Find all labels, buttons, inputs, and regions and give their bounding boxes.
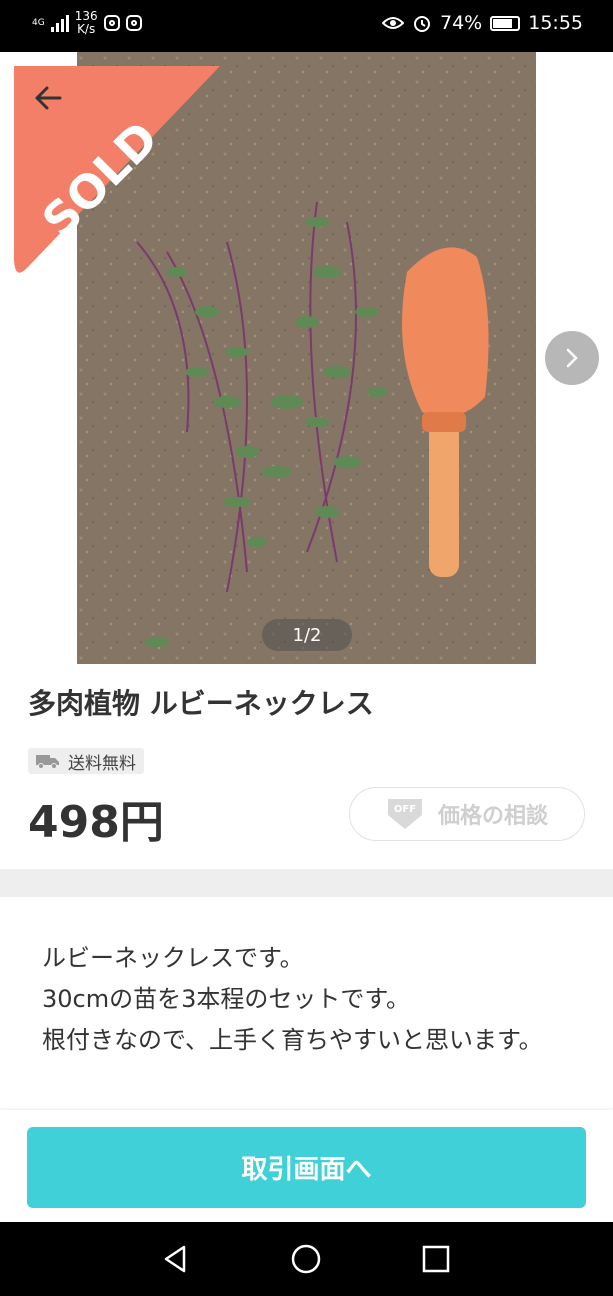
speed-value: 136 (74, 9, 98, 23)
offer-label: 価格の相談 (437, 804, 548, 829)
back-arrow-icon[interactable] (30, 80, 66, 116)
off-tag-icon: OFF (387, 799, 422, 829)
status-bar: 4G 136 K/s 74% 15:55 (0, 0, 613, 52)
product-title: 多肉植物 ルビーネックレス (28, 687, 374, 720)
off-icon-text: OFF (394, 804, 416, 815)
network-speed: 136 K/s (75, 10, 98, 36)
description-line: 30cmの苗を3本程のセットです。 (42, 985, 410, 1013)
network-type: 4G (32, 17, 45, 28)
description: ルビーネックレスです。 30cmの苗を3本程のセットです。 根付きなので、上手く… (42, 938, 572, 1061)
price-offer-button[interactable]: OFF 価格の相談 (349, 787, 585, 841)
battery-percent: 74% (440, 12, 483, 34)
instagram-icon (125, 15, 142, 31)
description-line: ルビーネックレスです。 (42, 944, 304, 972)
nav-home-icon[interactable] (290, 1243, 322, 1275)
chevron-right-icon (566, 348, 578, 368)
image-counter: 1/2 (262, 619, 352, 651)
nav-back-icon[interactable] (160, 1243, 192, 1275)
eye-icon (382, 17, 404, 29)
instagram-icon (103, 15, 120, 31)
speed-unit: K/s (77, 22, 96, 36)
shipping-badge: 送料無料 (28, 748, 144, 774)
transaction-screen-button[interactable]: 取引画面へ (27, 1127, 586, 1208)
shipping-label: 送料無料 (68, 753, 136, 774)
section-divider (0, 869, 613, 897)
description-line: 根付きなので、上手く育ちやすいと思います。 (42, 1026, 543, 1054)
battery-icon (490, 15, 521, 31)
next-image-button[interactable] (545, 331, 599, 385)
alarm-icon (414, 16, 430, 32)
truck-icon (36, 755, 59, 769)
price: 498円 (28, 797, 164, 848)
nav-recent-apps-icon[interactable] (422, 1245, 450, 1273)
clock: 15:55 (528, 12, 583, 34)
signal-icon (50, 14, 69, 32)
